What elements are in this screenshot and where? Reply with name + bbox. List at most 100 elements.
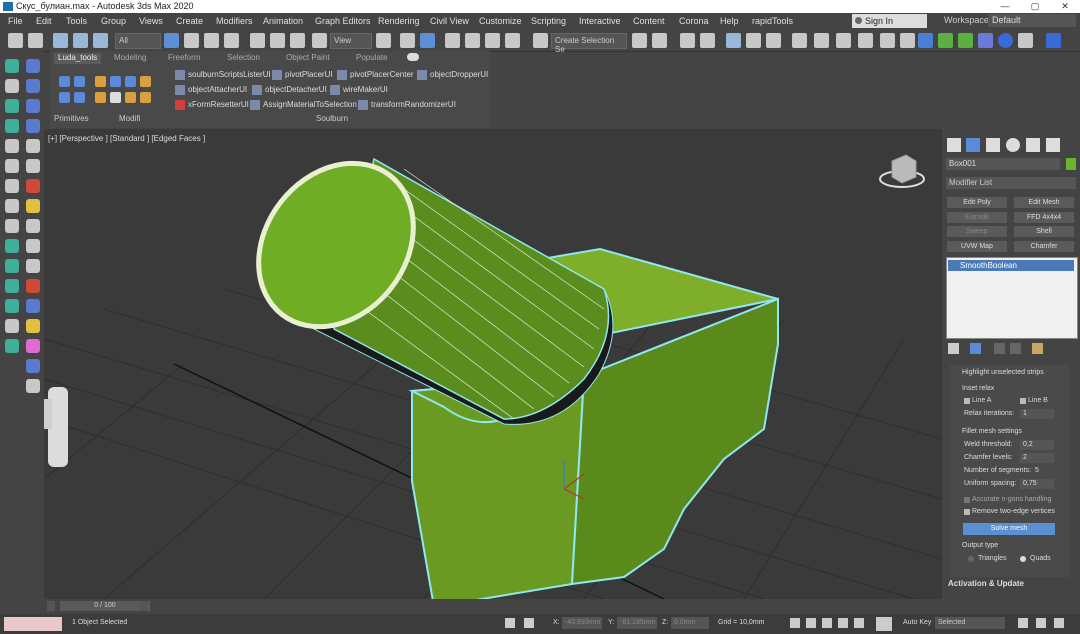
menu-help[interactable]: Help — [720, 16, 739, 26]
segments-value[interactable]: 5 — [1035, 467, 1039, 474]
display-icon[interactable] — [5, 239, 19, 253]
mod-icon-4[interactable] — [140, 76, 151, 87]
pan-icon[interactable] — [1036, 618, 1046, 628]
unlink-icon[interactable] — [73, 33, 88, 48]
list-icon[interactable] — [5, 139, 19, 153]
cylinder-icon[interactable] — [26, 99, 40, 113]
cylinder-primitive-icon[interactable] — [74, 92, 85, 103]
scale-icon[interactable] — [290, 33, 305, 48]
isolate-icon[interactable] — [524, 618, 534, 628]
lock-icon[interactable] — [505, 618, 515, 628]
layer-explorer-icon[interactable] — [700, 33, 715, 48]
mod-icon-1[interactable] — [95, 76, 106, 87]
auto-key-button[interactable]: Auto Key — [903, 619, 931, 626]
menu-animation[interactable]: Animation — [263, 16, 303, 26]
mod-icon-2[interactable] — [110, 76, 121, 87]
workspace-dropdown[interactable]: Default — [988, 14, 1076, 27]
remove-two-edge-checkbox[interactable] — [964, 509, 970, 515]
link-icon[interactable] — [53, 33, 68, 48]
rendered-frame-window-icon[interactable] — [836, 33, 851, 48]
a360-gallery-icon[interactable] — [900, 33, 915, 48]
extrude-icon[interactable] — [5, 159, 19, 173]
menu-graph-editors[interactable]: Graph Editors — [315, 16, 371, 26]
scatter-icon[interactable] — [5, 299, 19, 313]
hierarchy-tab-icon[interactable] — [986, 138, 1000, 152]
percent-snap-icon[interactable] — [485, 33, 500, 48]
sphere-primitive-icon[interactable] — [59, 92, 70, 103]
undo-icon[interactable] — [8, 33, 23, 48]
re-icon[interactable] — [1046, 33, 1061, 48]
layer-icon[interactable] — [26, 239, 40, 253]
spinner-snap-icon[interactable] — [505, 33, 520, 48]
select-object-icon[interactable] — [164, 33, 179, 48]
zoom-icon[interactable] — [1018, 618, 1028, 628]
file-icon[interactable] — [26, 379, 40, 393]
extrude-button[interactable]: Extrude — [947, 212, 1007, 223]
sweep-icon[interactable] — [5, 179, 19, 193]
sweep-button[interactable]: Sweep — [947, 226, 1007, 237]
chamfer-button[interactable]: Chamfer — [1014, 241, 1074, 252]
camera-icon[interactable] — [5, 99, 19, 113]
cube-icon[interactable] — [26, 79, 40, 93]
viewcube[interactable] — [879, 154, 925, 188]
object-name-field[interactable]: Box001 — [946, 158, 1060, 170]
shell-button[interactable]: Shell — [1014, 226, 1074, 237]
viewport-label[interactable]: [+] [Perspective ] [Standard ] [Edged Fa… — [48, 134, 205, 143]
mod-icon-8[interactable] — [140, 92, 151, 103]
solve-mesh-button[interactable]: Solve mesh — [963, 523, 1055, 535]
quads-radio[interactable] — [1020, 556, 1026, 562]
menu-civil-view[interactable]: Civil View — [430, 16, 469, 26]
material-icon[interactable] — [26, 299, 40, 313]
make-unique-icon[interactable] — [994, 343, 1005, 354]
create-tab-icon[interactable] — [947, 138, 961, 152]
sphere-icon[interactable] — [26, 59, 40, 73]
menu-file[interactable]: File — [8, 16, 23, 26]
rect-region-icon[interactable] — [204, 33, 219, 48]
maxscript-listener-field[interactable] — [4, 617, 62, 631]
tab-selection[interactable]: Selection — [227, 53, 260, 64]
grid-icon[interactable] — [26, 219, 40, 233]
modifier-list-dropdown[interactable]: Modifier List — [946, 177, 1076, 189]
rb-script-icon[interactable] — [918, 33, 933, 48]
menu-group[interactable]: Group — [101, 16, 126, 26]
cone-icon[interactable] — [26, 119, 40, 133]
double-chevron-icon[interactable] — [958, 33, 973, 48]
window-crossing-icon[interactable] — [224, 33, 239, 48]
relax-iterations-spinner[interactable]: 1 — [1020, 409, 1054, 419]
gear-icon[interactable] — [5, 79, 19, 93]
edit-mesh-button[interactable]: Edit Mesh — [1014, 197, 1074, 208]
menu-scripting[interactable]: Scripting — [531, 16, 566, 26]
y-coordinate-field[interactable]: -81,185mm — [617, 617, 657, 629]
mod-icon-5[interactable] — [95, 92, 106, 103]
plane-icon[interactable] — [59, 76, 70, 87]
ribbon-toggle-icon[interactable] — [726, 33, 741, 48]
key-filter-dropdown[interactable]: Selected — [935, 617, 1005, 629]
selection-filter-dropdown[interactable]: All — [115, 33, 161, 49]
menu-modifiers[interactable]: Modifiers — [216, 16, 253, 26]
qr-icon[interactable] — [998, 33, 1013, 48]
snaps-toggle-icon[interactable] — [445, 33, 460, 48]
line-a-checkbox[interactable] — [964, 398, 970, 404]
ribbon-options-icon[interactable] — [407, 53, 419, 61]
align-icon[interactable] — [26, 259, 40, 273]
goto-end-icon[interactable] — [854, 618, 864, 628]
keyboard-shortcut-override-icon[interactable] — [420, 33, 435, 48]
object-color-swatch[interactable] — [1066, 158, 1076, 170]
refresh-icon[interactable] — [5, 219, 19, 233]
tab-modeling[interactable]: Modeling — [114, 53, 146, 64]
menu-content[interactable]: Content — [633, 16, 665, 26]
modifier-stack[interactable]: SmoothBoolean — [946, 257, 1078, 339]
menu-tools[interactable]: Tools — [66, 16, 87, 26]
weld-threshold-spinner[interactable]: 0,2 — [1020, 440, 1054, 450]
schematic-view-icon[interactable] — [766, 33, 781, 48]
pivot-center-icon[interactable] — [376, 33, 391, 48]
next-key-icon[interactable] — [838, 618, 848, 628]
paint-icon[interactable] — [5, 199, 19, 213]
modify-tab-icon[interactable] — [966, 138, 980, 152]
rotate-icon[interactable] — [270, 33, 285, 48]
tree-icon[interactable] — [5, 119, 19, 133]
z-coordinate-field[interactable]: 0,0mm — [671, 617, 709, 629]
color-grid-icon[interactable] — [26, 279, 40, 293]
box-primitive-icon[interactable] — [74, 76, 85, 87]
chamfer-levels-spinner[interactable]: 2 — [1020, 453, 1054, 463]
